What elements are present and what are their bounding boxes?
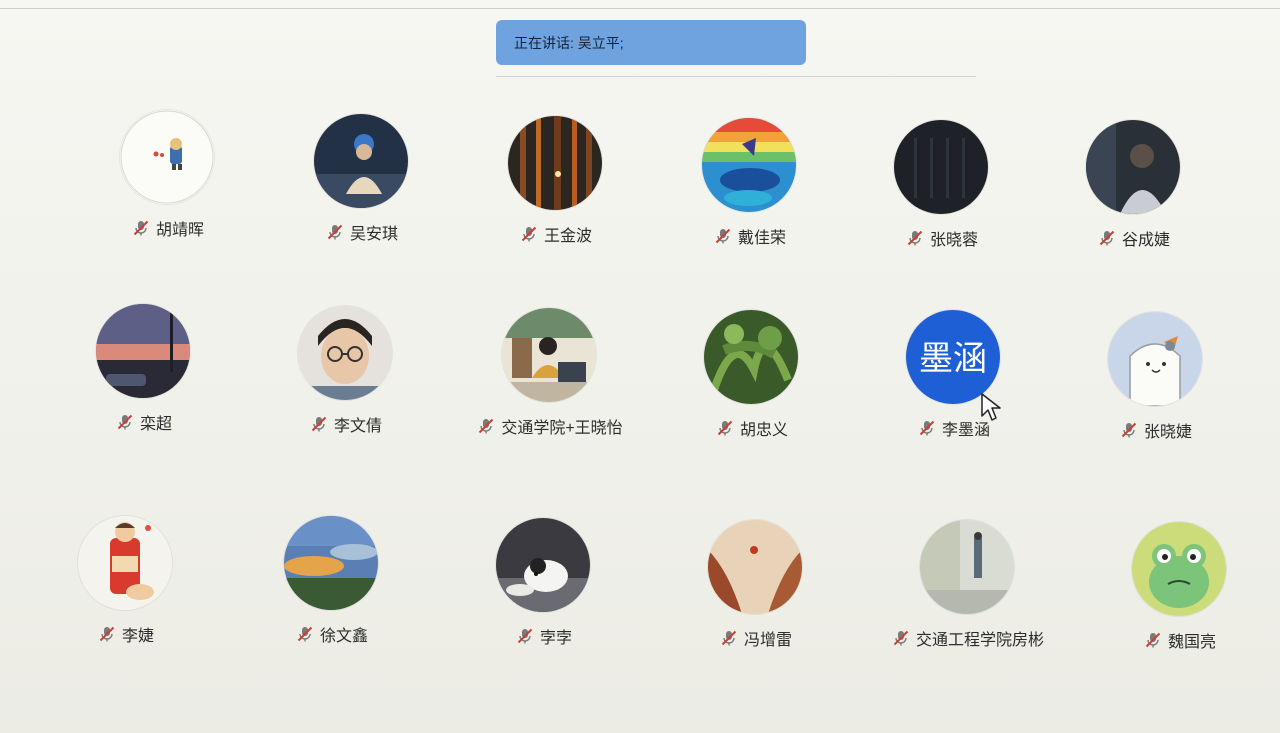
dark-pattern-avatar[interactable] <box>894 120 988 214</box>
participant-name-row: 胡忠义 <box>662 416 842 440</box>
participant-name: 冯增雷 <box>743 632 792 649</box>
participant-name-row: 胡靖晖 <box>78 216 258 240</box>
photo-person-glasses-avatar[interactable] <box>298 306 392 400</box>
participant-name-row: 交通工程学院房彬 <box>878 626 1058 650</box>
mic-off-icon[interactable] <box>714 227 732 245</box>
participant-name: 魏国亮 <box>1167 634 1216 651</box>
participant-tile[interactable]: 戴佳荣 <box>660 118 840 268</box>
participant-name-row: 张晓蓉 <box>852 226 1032 250</box>
mic-off-icon[interactable] <box>310 415 328 433</box>
mic-off-icon[interactable] <box>918 419 936 437</box>
participant-name-row: 徐文鑫 <box>242 622 422 646</box>
current-speaker-banner: 正在讲话: 吴立平; <box>496 20 806 65</box>
mic-off-icon[interactable] <box>720 629 738 647</box>
cartoon-frog-avatar[interactable] <box>1132 522 1226 616</box>
participant-name-row: 栾超 <box>54 410 234 434</box>
participant-name-row: 冯增雷 <box>666 626 846 650</box>
participant-name: 徐文鑫 <box>319 628 368 645</box>
participant-name-row: 谷成婕 <box>1044 226 1224 250</box>
participant-name-row: 李墨涵 <box>864 416 1044 440</box>
photo-person-avatar[interactable] <box>314 114 408 208</box>
participant-name: 张晓蓉 <box>929 232 978 249</box>
participant-tile[interactable]: 交通工程学院房彬 <box>878 520 1058 670</box>
mic-off-icon[interactable] <box>296 625 314 643</box>
photo-study-avatar[interactable] <box>502 308 596 402</box>
sticker-can-avatar[interactable] <box>78 516 172 610</box>
photo-forest-avatar[interactable] <box>508 116 602 210</box>
participant-name-row: 王金波 <box>466 222 646 246</box>
mic-off-icon[interactable] <box>516 627 534 645</box>
text-avatar[interactable]: 墨涵 <box>906 310 1000 404</box>
mic-off-icon[interactable] <box>477 417 495 435</box>
mic-off-icon[interactable] <box>1120 421 1138 439</box>
photo-canyon-avatar[interactable] <box>708 520 802 614</box>
participant-name: 戴佳荣 <box>737 230 786 247</box>
participant-name: 胡忠义 <box>739 422 788 439</box>
text-avatar-label: 墨涵 <box>919 339 987 379</box>
banner-divider <box>496 76 976 77</box>
participant-tile[interactable]: 谷成婕 <box>1044 120 1224 270</box>
sticker-avatar[interactable] <box>120 110 214 204</box>
participant-name: 张晓婕 <box>1143 424 1192 441</box>
participant-name: 谷成婕 <box>1121 232 1170 249</box>
participant-name: 孛孛 <box>539 630 572 647</box>
participant-tile[interactable]: 栾超 <box>54 304 234 454</box>
photo-person-avatar[interactable] <box>1086 120 1180 214</box>
cartoon-cat-avatar[interactable] <box>1108 312 1202 406</box>
mic-off-icon[interactable] <box>98 625 116 643</box>
participant-tile[interactable]: 孛孛 <box>454 518 634 668</box>
participant-name: 栾超 <box>139 416 172 433</box>
participant-name: 李文倩 <box>333 418 382 435</box>
participant-name-row: 魏国亮 <box>1090 628 1270 652</box>
participant-name-row: 李文倩 <box>256 412 436 436</box>
participant-tile[interactable]: 徐文鑫 <box>242 516 422 666</box>
participant-tile[interactable]: 张晓蓉 <box>852 120 1032 270</box>
participant-name-row: 戴佳荣 <box>660 224 840 248</box>
current-speaker-text: 正在讲话: 吴立平; <box>514 34 624 51</box>
participant-name-row: 吴安琪 <box>272 220 452 244</box>
participant-name: 李婕 <box>121 628 154 645</box>
participant-name: 王金波 <box>543 228 592 245</box>
illustration-whale-avatar[interactable] <box>702 118 796 212</box>
top-divider <box>0 8 1280 9</box>
participant-tile[interactable]: 吴安琪 <box>272 114 452 264</box>
mic-off-icon[interactable] <box>520 225 538 243</box>
mic-off-icon[interactable] <box>716 419 734 437</box>
participant-tile[interactable]: 王金波 <box>466 116 646 266</box>
participant-name-row: 交通学院+王晓怡 <box>460 414 640 438</box>
mic-off-icon[interactable] <box>1144 631 1162 649</box>
participant-name-row: 张晓婕 <box>1066 418 1246 442</box>
mic-off-icon[interactable] <box>906 229 924 247</box>
participant-tile[interactable]: 李文倩 <box>256 306 436 456</box>
participant-name-row: 李婕 <box>36 622 216 646</box>
meeting-window: 正在讲话: 吴立平; 胡靖晖 吴安琪 王金波 戴佳荣 张晓蓉 谷成婕 栾超 李文… <box>0 0 1280 733</box>
participant-tile[interactable]: 胡靖晖 <box>78 110 258 260</box>
photo-sunset-avatar[interactable] <box>96 304 190 398</box>
participant-name: 吴安琪 <box>349 226 398 243</box>
photo-street-avatar[interactable] <box>920 520 1014 614</box>
participant-tile[interactable]: 交通学院+王晓怡 <box>460 308 640 458</box>
participant-tile[interactable]: 张晓婕 <box>1066 312 1246 462</box>
photo-dog-avatar[interactable] <box>496 518 590 612</box>
participant-name: 交通学院+王晓怡 <box>501 420 623 437</box>
participant-name: 胡靖晖 <box>155 222 204 239</box>
mic-off-icon[interactable] <box>116 413 134 431</box>
photo-plant-avatar[interactable] <box>704 310 798 404</box>
photo-sky-avatar[interactable] <box>284 516 378 610</box>
participant-tile[interactable]: 冯增雷 <box>666 520 846 670</box>
mic-off-icon[interactable] <box>1098 229 1116 247</box>
mic-off-icon[interactable] <box>326 223 344 241</box>
mouse-cursor-icon <box>981 393 1001 421</box>
participant-tile[interactable]: 李婕 <box>36 516 216 666</box>
participant-tile[interactable]: 墨涵 李墨涵 <box>864 310 1044 460</box>
participant-tile[interactable]: 魏国亮 <box>1090 522 1270 672</box>
mic-off-icon[interactable] <box>132 219 150 237</box>
participant-name: 交通工程学院房彬 <box>915 632 1044 649</box>
participant-tile[interactable]: 胡忠义 <box>662 310 842 460</box>
mic-off-icon[interactable] <box>892 629 910 647</box>
participant-name-row: 孛孛 <box>454 624 634 648</box>
